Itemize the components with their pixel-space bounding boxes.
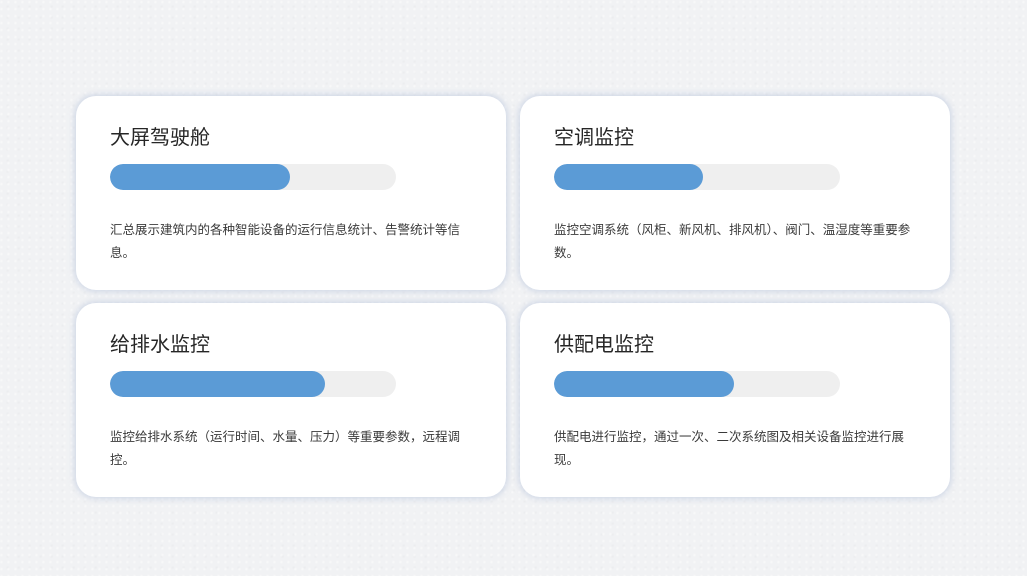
card-description: 监控给排水系统（运行时间、水量、压力）等重要参数，远程调控。 (110, 429, 461, 467)
progress-bar (110, 164, 396, 190)
card-title: 供配电监控 (554, 332, 654, 356)
progress-fill (110, 164, 291, 190)
card-dashboard-cockpit: 大屏驾驶舱 汇总展示建筑内的各种智能设备的运行信息统计、告警统计等信息。 (76, 96, 506, 290)
card-power-monitoring: 供配电监控 供配电进行监控，通过一次、二次系统图及相关设备监控进行展现。 (520, 303, 950, 497)
progress-bar (554, 164, 840, 190)
card-title: 给排水监控 (110, 332, 210, 356)
card-description: 供配电进行监控，通过一次、二次系统图及相关设备监控进行展现。 (554, 429, 905, 467)
card-hvac-monitoring: 空调监控 监控空调系统（风柜、新风机、排风机）、阀门、温湿度等重要参数。 (520, 96, 950, 290)
progress-fill (554, 371, 735, 397)
progress-fill (554, 164, 703, 190)
card-description: 监控空调系统（风柜、新风机、排风机）、阀门、温湿度等重要参数。 (554, 222, 911, 260)
progress-fill (110, 371, 325, 397)
card-title: 空调监控 (554, 125, 634, 149)
card-description: 汇总展示建筑内的各种智能设备的运行信息统计、告警统计等信息。 (110, 222, 461, 260)
card-title: 大屏驾驶舱 (110, 125, 210, 149)
card-water-monitoring: 给排水监控 监控给排水系统（运行时间、水量、压力）等重要参数，远程调控。 (76, 303, 506, 497)
progress-bar (110, 371, 396, 397)
progress-bar (554, 371, 840, 397)
